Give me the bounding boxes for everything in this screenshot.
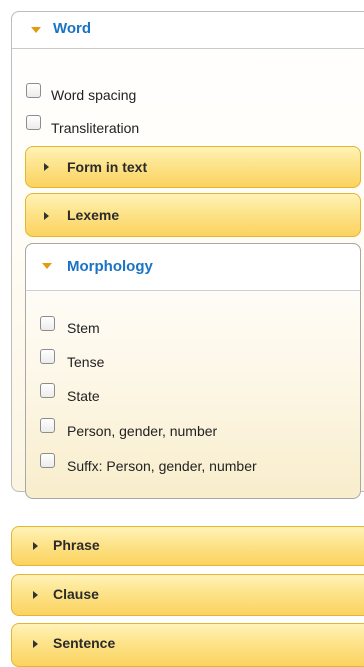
- suffix-person-gender-number-checkbox[interactable]: [40, 453, 55, 468]
- lexeme-label: Lexeme: [67, 207, 120, 223]
- caret-right-icon: [33, 542, 38, 550]
- stem-checkbox[interactable]: [40, 316, 55, 331]
- tense-checkbox[interactable]: [40, 349, 55, 364]
- form-in-text-label: Form in text: [67, 159, 148, 175]
- morphology-title: Morphology: [67, 258, 153, 275]
- caret-right-icon: [44, 212, 49, 220]
- state-checkbox[interactable]: [40, 383, 55, 398]
- transliteration-checkbox[interactable]: [26, 115, 41, 130]
- tense-label: Tense: [67, 354, 105, 370]
- person-gender-number-label: Person, gender, number: [67, 423, 218, 439]
- sentence-label: Sentence: [53, 635, 116, 651]
- word-spacing-label: Word spacing: [51, 87, 137, 103]
- caret-down-icon: [42, 263, 52, 269]
- clause-label: Clause: [53, 586, 99, 602]
- word-section-title: Word: [53, 20, 92, 37]
- transliteration-label: Transliteration: [51, 120, 140, 136]
- stem-label: Stem: [67, 320, 100, 336]
- caret-down-icon: [31, 27, 41, 33]
- person-gender-number-checkbox[interactable]: [40, 418, 55, 433]
- phrase-label: Phrase: [53, 537, 100, 553]
- word-spacing-checkbox[interactable]: [26, 83, 41, 98]
- caret-right-icon: [33, 591, 38, 599]
- caret-right-icon: [44, 163, 49, 171]
- suffix-person-gender-number-label: Suffx: Person, gender, number: [67, 458, 257, 474]
- state-label: State: [67, 388, 100, 404]
- caret-right-icon: [33, 640, 38, 648]
